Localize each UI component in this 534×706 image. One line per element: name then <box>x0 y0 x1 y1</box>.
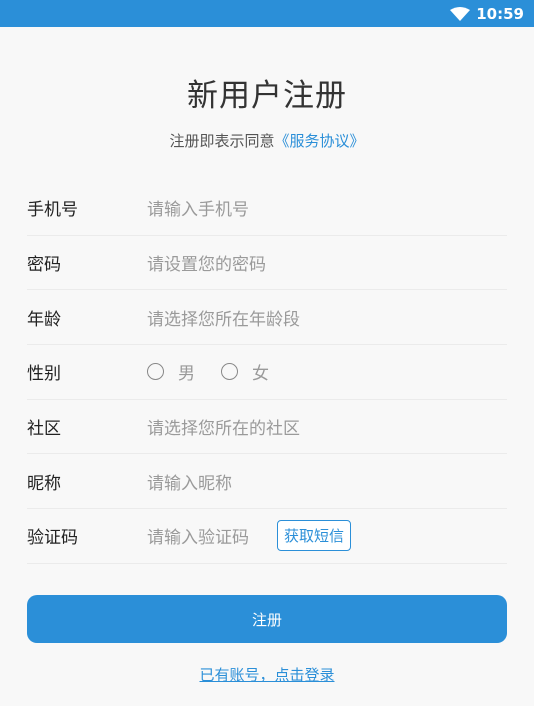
gender-male-radio[interactable] <box>147 363 164 381</box>
status-bar: 10:59 <box>0 0 534 27</box>
register-form: 手机号 请输入手机号 密码 请设置您的密码 年龄 请选择您所在年龄段 性别 男 … <box>27 181 507 564</box>
code-row: 验证码 请输入验证码 获取短信 <box>27 509 507 564</box>
phone-input[interactable]: 请输入手机号 <box>147 195 249 220</box>
age-label: 年龄 <box>27 309 61 330</box>
community-label: 社区 <box>27 419 61 440</box>
gender-female-label[interactable]: 女 <box>252 359 269 384</box>
nickname-label: 昵称 <box>27 473 61 494</box>
nickname-row: 昵称 请输入昵称 <box>27 454 507 510</box>
gender-radio-group: 男 女 <box>147 359 295 384</box>
nickname-input[interactable]: 请输入昵称 <box>147 469 232 494</box>
service-agreement-link[interactable]: 《服务协议》 <box>275 132 365 150</box>
gender-male-label[interactable]: 男 <box>178 359 195 384</box>
community-select[interactable]: 请选择您所在的社区 <box>147 414 300 439</box>
gender-female-radio[interactable] <box>221 363 238 381</box>
code-label: 验证码 <box>27 528 78 549</box>
code-input[interactable]: 请输入验证码 <box>147 523 249 548</box>
login-link[interactable]: 已有账号，点击登录 <box>0 664 534 685</box>
gender-label: 性别 <box>27 364 61 385</box>
password-label: 密码 <box>27 255 61 276</box>
page-title: 新用户注册 <box>187 78 347 114</box>
password-row: 密码 请设置您的密码 <box>27 236 507 291</box>
phone-row: 手机号 请输入手机号 <box>27 181 507 236</box>
age-select[interactable]: 请选择您所在年龄段 <box>147 305 300 330</box>
age-row: 年龄 请选择您所在年龄段 <box>27 290 507 346</box>
community-row: 社区 请选择您所在的社区 <box>27 400 507 455</box>
gender-row: 性别 男 女 <box>27 345 507 400</box>
password-input[interactable]: 请设置您的密码 <box>147 250 266 275</box>
agreement-text: 注册即表示同意《服务协议》 <box>0 130 534 151</box>
phone-label: 手机号 <box>27 200 78 221</box>
wifi-icon <box>450 6 471 21</box>
register-button[interactable]: 注册 <box>27 595 507 643</box>
get-sms-button[interactable]: 获取短信 <box>277 520 352 552</box>
agreement-prefix: 注册即表示同意 <box>169 132 275 150</box>
status-time: 10:59 <box>476 4 524 23</box>
